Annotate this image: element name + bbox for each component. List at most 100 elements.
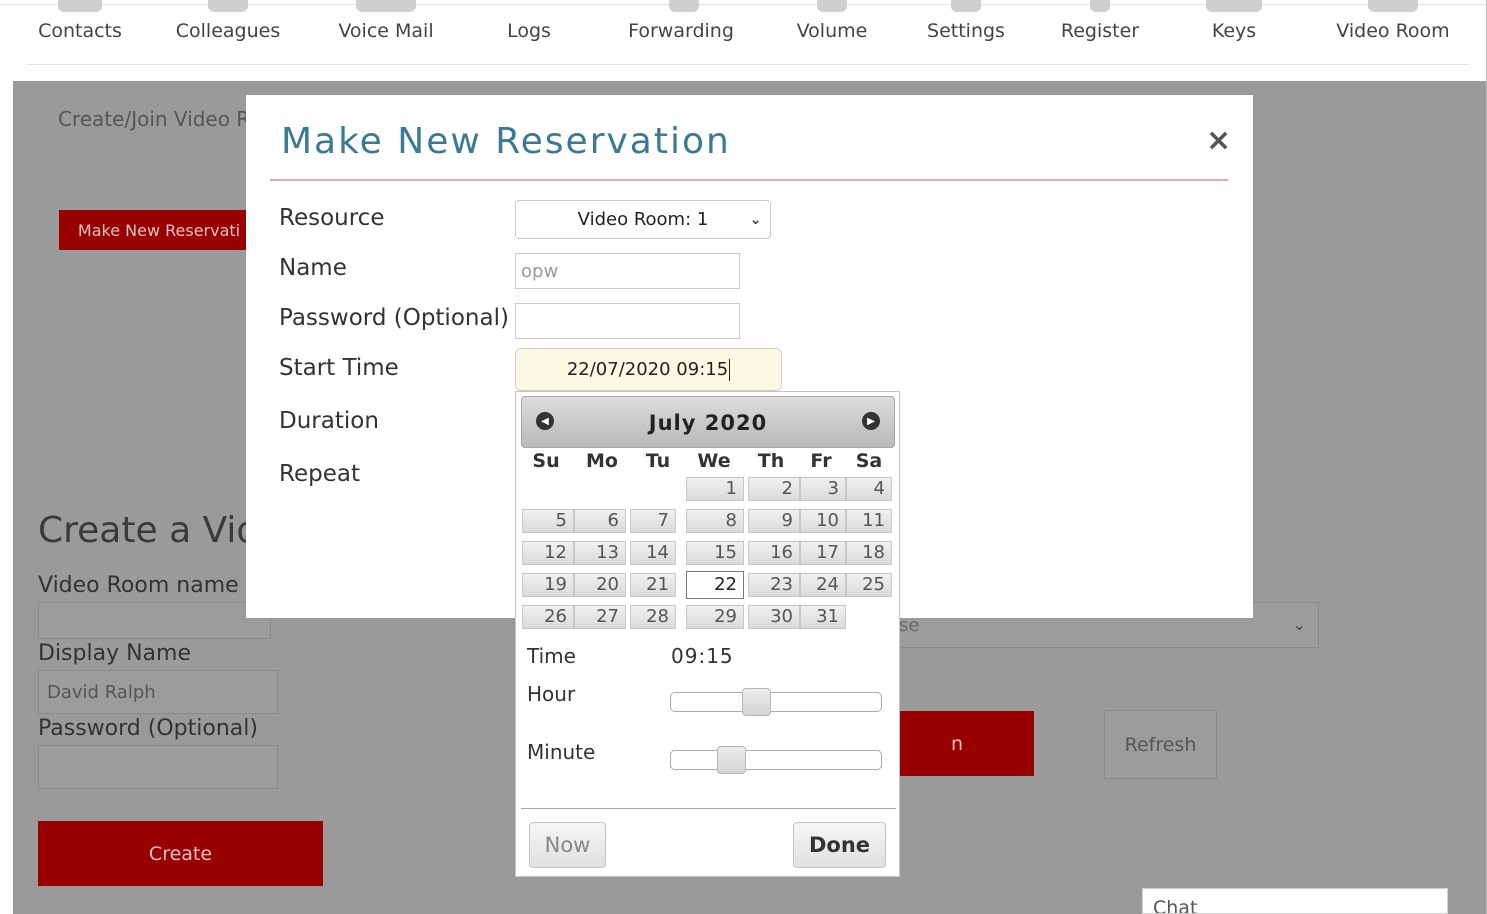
- calendar-day-28[interactable]: 28: [630, 605, 676, 629]
- start-time-value: 22/07/2020 09:15: [566, 359, 729, 380]
- refresh-button[interactable]: Refresh: [1104, 710, 1217, 779]
- weekday-sa: Sa: [855, 450, 883, 472]
- weekday-su: Su: [532, 450, 560, 472]
- nav-divider: [26, 64, 1470, 65]
- calendar-day-21[interactable]: 21: [630, 573, 676, 597]
- hour-slider[interactable]: [670, 688, 882, 716]
- bg-password-label: Password (Optional): [38, 716, 258, 741]
- nav-contacts[interactable]: Contacts: [38, 20, 122, 42]
- weekday-mo: Mo: [586, 450, 618, 472]
- datepicker-header: ◀ July 2020 ▶: [521, 396, 895, 448]
- hour-label: Hour: [527, 682, 576, 706]
- calendar-day-20[interactable]: 20: [574, 573, 626, 597]
- calendar-day-1[interactable]: 1: [686, 477, 744, 501]
- weekday-tu: Tu: [645, 450, 671, 472]
- weekday-fr: Fr: [810, 450, 832, 472]
- weekday-th: Th: [757, 450, 785, 472]
- calendar-day-6[interactable]: 6: [574, 509, 626, 533]
- calendar-day-15[interactable]: 15: [686, 541, 744, 565]
- chevron-down-icon: ⌄: [1292, 615, 1306, 634]
- nav-video-room[interactable]: Video Room: [1336, 20, 1449, 42]
- time-label: Time: [527, 644, 576, 668]
- text-cursor: [729, 358, 731, 381]
- create-join-label: Create/Join Video Ro: [58, 107, 262, 131]
- top-navigation: Contacts Colleagues Voice Mail Logs Forw…: [0, 0, 1487, 81]
- calendar-day-19[interactable]: 19: [522, 573, 574, 597]
- calendar-day-12[interactable]: 12: [522, 541, 574, 565]
- minute-label: Minute: [527, 740, 596, 764]
- display-name-label: Display Name: [38, 641, 191, 666]
- calendar-day-4[interactable]: 4: [846, 477, 892, 501]
- calendar-day-10[interactable]: 10: [800, 509, 846, 533]
- close-icon[interactable]: ×: [1206, 123, 1231, 158]
- done-button[interactable]: Done: [793, 822, 886, 868]
- calendar-day-27[interactable]: 27: [574, 605, 626, 629]
- nav-register[interactable]: Register: [1061, 20, 1139, 42]
- calendar-day-11[interactable]: 11: [846, 509, 892, 533]
- repeat-label: Repeat: [279, 461, 360, 487]
- nav-volume[interactable]: Volume: [797, 20, 868, 42]
- password-label: Password (Optional): [279, 305, 509, 331]
- chevron-down-icon: ⌄: [749, 210, 762, 228]
- create-button[interactable]: Create: [38, 821, 323, 886]
- calendar-day-23[interactable]: 23: [748, 573, 800, 597]
- make-new-reservation-button[interactable]: Make New Reservati: [59, 210, 259, 250]
- calendar-day-3[interactable]: 3: [800, 477, 846, 501]
- modal-title: Make New Reservation: [281, 121, 731, 162]
- next-month-icon[interactable]: ▶: [862, 412, 880, 430]
- nav-voice-mail[interactable]: Voice Mail: [338, 20, 433, 42]
- calendar-day-9[interactable]: 9: [748, 509, 800, 533]
- video-room-name-label: Video Room name: [38, 573, 239, 598]
- calendar-day-16[interactable]: 16: [748, 541, 800, 565]
- nav-settings[interactable]: Settings: [927, 20, 1005, 42]
- nav-logs[interactable]: Logs: [507, 20, 551, 42]
- now-button[interactable]: Now: [529, 822, 606, 868]
- hour-slider-handle[interactable]: [742, 688, 771, 716]
- calendar-day-14[interactable]: 14: [630, 541, 676, 565]
- modal-title-divider: [270, 179, 1228, 181]
- nav-colleagues[interactable]: Colleagues: [176, 20, 280, 42]
- calendar-day-24[interactable]: 24: [800, 573, 846, 597]
- datetime-picker: ◀ July 2020 ▶ Su Mo Tu We Th Fr Sa 1 2 3 4 5 6 7 8 9 10…: [515, 391, 900, 877]
- calendar-day-7[interactable]: 7: [630, 509, 676, 533]
- join-button[interactable]: n: [880, 711, 1034, 776]
- display-name-input[interactable]: David Ralph: [38, 670, 278, 714]
- register-icon: [1090, 0, 1110, 12]
- minute-slider-handle[interactable]: [717, 746, 746, 774]
- calendar-day-18[interactable]: 18: [846, 541, 892, 565]
- calendar-day-30[interactable]: 30: [748, 605, 800, 629]
- resource-select-value: Video Room: 1: [577, 209, 709, 230]
- start-time-input[interactable]: 22/07/2020 09:15: [515, 348, 782, 391]
- colleagues-icon: [208, 0, 248, 12]
- keys-icon: [1206, 0, 1262, 12]
- datepicker-divider: [521, 808, 896, 809]
- contacts-icon: [58, 0, 102, 12]
- password-input[interactable]: [515, 303, 740, 339]
- calendar-day-25[interactable]: 25: [846, 573, 892, 597]
- bg-password-input[interactable]: [38, 745, 278, 789]
- calendar-day-8[interactable]: 8: [686, 509, 744, 533]
- nav-keys[interactable]: Keys: [1212, 20, 1256, 42]
- voicemail-icon: [356, 0, 416, 12]
- calendar-day-31[interactable]: 31: [800, 605, 846, 629]
- calendar-day-22[interactable]: 22: [686, 571, 744, 599]
- calendar-day-13[interactable]: 13: [574, 541, 626, 565]
- calendar-day-2[interactable]: 2: [748, 477, 800, 501]
- resource-select[interactable]: Video Room: 1 ⌄: [515, 200, 771, 239]
- nav-forwarding[interactable]: Forwarding: [628, 20, 734, 42]
- forwarding-icon: [669, 0, 699, 12]
- video-room-name-input[interactable]: [38, 602, 271, 639]
- weekday-we: We: [697, 450, 731, 472]
- volume-icon: [817, 0, 847, 12]
- calendar-day-29[interactable]: 29: [686, 605, 744, 629]
- calendar-day-17[interactable]: 17: [800, 541, 846, 565]
- calendar-day-5[interactable]: 5: [522, 509, 574, 533]
- time-value: 09:15: [671, 644, 734, 668]
- name-label: Name: [279, 255, 347, 281]
- settings-icon: [951, 0, 981, 12]
- minute-slider[interactable]: [670, 746, 882, 774]
- calendar-day-26[interactable]: 26: [522, 605, 574, 629]
- name-input[interactable]: opw: [515, 253, 740, 289]
- chat-panel[interactable]: Chat: [1142, 888, 1448, 914]
- resource-label: Resource: [279, 205, 385, 231]
